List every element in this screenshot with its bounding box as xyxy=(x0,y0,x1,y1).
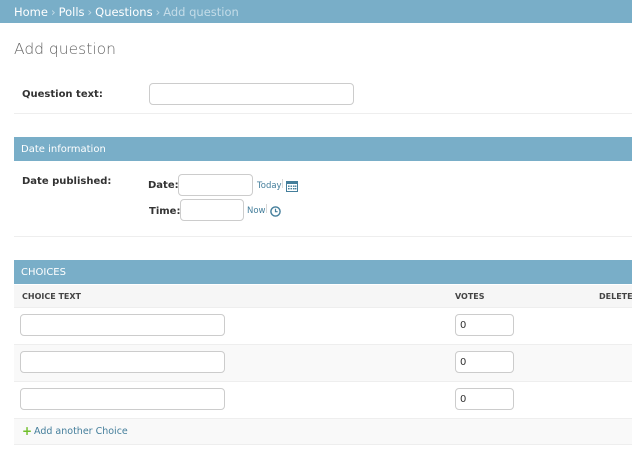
table-row xyxy=(14,308,632,345)
table-row xyxy=(14,382,632,419)
votes-input[interactable] xyxy=(455,388,514,410)
separator-bar: | xyxy=(265,204,269,214)
choices-header: CHOICES xyxy=(14,260,632,284)
votes-input[interactable] xyxy=(455,351,514,373)
breadcrumb-polls[interactable]: Polls xyxy=(59,5,85,19)
column-votes: VOTES xyxy=(455,292,485,301)
date-input[interactable] xyxy=(178,174,253,196)
column-delete: DELETE? xyxy=(599,292,632,301)
breadcrumb-current: Add question xyxy=(163,4,239,19)
question-text-input[interactable] xyxy=(149,83,354,105)
breadcrumb-separator: › xyxy=(87,4,93,19)
question-text-label: Question text: xyxy=(22,89,103,100)
choice-text-input[interactable] xyxy=(20,351,225,373)
add-another-choice-row[interactable]: + Add another Choice xyxy=(14,419,632,445)
separator-bar: | xyxy=(281,179,285,189)
now-link[interactable]: Now xyxy=(247,206,266,216)
time-input[interactable] xyxy=(180,199,244,221)
breadcrumb-separator: › xyxy=(50,4,56,19)
plus-icon: + xyxy=(22,424,33,438)
date-label: Date: xyxy=(148,180,179,191)
clock-icon[interactable] xyxy=(270,206,281,220)
breadcrumb-home[interactable]: Home xyxy=(14,5,48,19)
votes-input[interactable] xyxy=(455,314,514,336)
breadcrumb-separator: › xyxy=(155,4,161,19)
add-another-choice-link[interactable]: Add another Choice xyxy=(34,426,128,437)
calendar-icon[interactable] xyxy=(286,180,298,195)
breadcrumb: Home › Polls › Questions › Add question xyxy=(0,0,632,23)
choices-column-header: CHOICE TEXT VOTES DELETE? xyxy=(14,285,632,308)
choice-text-input[interactable] xyxy=(20,314,225,336)
breadcrumb-questions[interactable]: Questions xyxy=(95,5,152,19)
table-row xyxy=(14,345,632,382)
page-title: Add question xyxy=(14,40,116,58)
date-information-header: Date information xyxy=(14,137,632,161)
column-choice-text: CHOICE TEXT xyxy=(22,292,82,301)
divider xyxy=(14,113,632,114)
today-link[interactable]: Today xyxy=(257,181,282,191)
time-label: Time: xyxy=(149,206,181,217)
choice-text-input[interactable] xyxy=(20,388,225,410)
divider xyxy=(14,236,632,237)
date-published-label: Date published: xyxy=(22,176,112,187)
